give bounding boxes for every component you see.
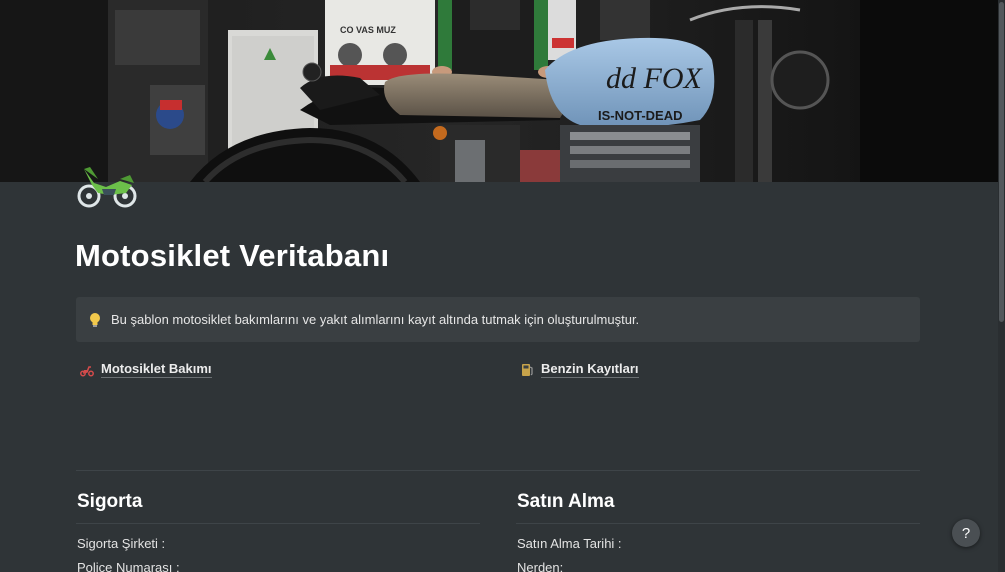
field-policy-number[interactable]: Police Numarası : bbox=[77, 560, 180, 572]
help-label: ? bbox=[961, 524, 971, 542]
fuel-pump-icon bbox=[520, 363, 534, 377]
link-motorcycle-maintenance[interactable]: Motosiklet Bakımı bbox=[80, 361, 212, 378]
motorcycle-icon[interactable] bbox=[76, 163, 138, 209]
link-label: Benzin Kayıtları bbox=[541, 361, 639, 378]
link-label: Motosiklet Bakımı bbox=[101, 361, 212, 378]
scrollbar-thumb[interactable] bbox=[999, 2, 1004, 322]
section-divider bbox=[76, 523, 480, 524]
field-purchase-date[interactable]: Satın Alma Tarihi : bbox=[517, 536, 622, 551]
link-fuel-records[interactable]: Benzin Kayıtları bbox=[520, 361, 639, 378]
notion-page: CO VAS MUZ dd FOX IS-NOT-DEAD Motosiklet… bbox=[0, 0, 1005, 572]
page-title[interactable]: Motosiklet Veritabanı bbox=[75, 238, 389, 274]
field-insurance-company[interactable]: Sigorta Şirketi : bbox=[77, 536, 165, 551]
lightbulb-icon bbox=[89, 312, 101, 328]
section-title-purchase[interactable]: Satın Alma bbox=[517, 491, 615, 513]
field-purchase-source[interactable]: Nerden: bbox=[517, 560, 563, 572]
section-title-insurance[interactable]: Sigorta bbox=[77, 491, 142, 513]
cover-photo-motorcycle: CO VAS MUZ dd FOX IS-NOT-DEAD bbox=[0, 0, 1005, 182]
help-button[interactable]: ? bbox=[952, 519, 980, 547]
poster-text: CO VAS MUZ bbox=[340, 25, 396, 35]
scooter-icon bbox=[80, 363, 94, 377]
callout-block[interactable]: Bu şablon motosiklet bakımlarını ve yakı… bbox=[76, 297, 920, 342]
section-divider bbox=[516, 523, 920, 524]
tank-text-bottom: IS-NOT-DEAD bbox=[598, 108, 683, 123]
callout-text[interactable]: Bu şablon motosiklet bakımlarını ve yakı… bbox=[111, 312, 639, 327]
divider bbox=[76, 470, 920, 471]
tank-text-top: dd FOX bbox=[606, 62, 703, 95]
cover-image[interactable]: CO VAS MUZ dd FOX IS-NOT-DEAD bbox=[0, 0, 1005, 182]
scrollbar[interactable] bbox=[998, 0, 1005, 572]
